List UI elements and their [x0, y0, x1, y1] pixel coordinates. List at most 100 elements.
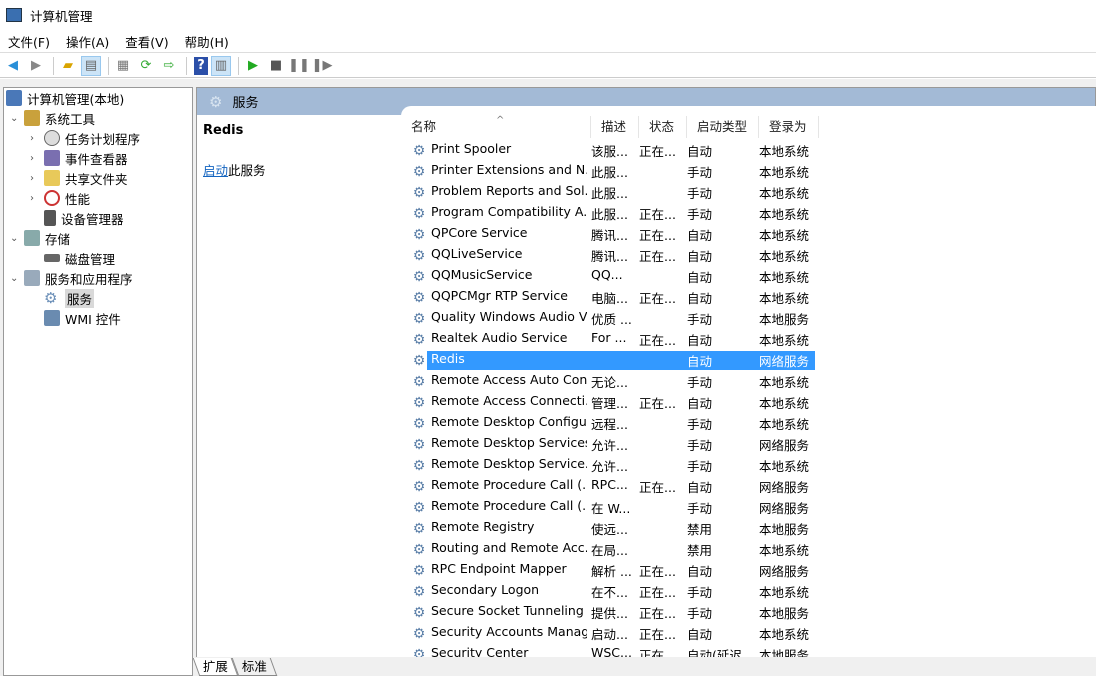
tree-label: 计算机管理(本地)	[27, 91, 125, 107]
gear-icon: ⚙	[412, 520, 426, 537]
tab-standard[interactable]: 标准	[231, 658, 278, 676]
cell: 本地服务	[759, 312, 810, 327]
service-row[interactable]: ⚙ Remote Desktop Configu... 远程... 手动 本地系统	[411, 413, 815, 434]
service-row[interactable]: ⚙ Remote Desktop Service... 允许... 手动 本地系统	[411, 455, 815, 476]
tree-system-tools[interactable]: ⌄ 系统工具	[10, 108, 95, 128]
properties-icon[interactable]: ▦	[113, 56, 133, 76]
tree-root[interactable]: 计算机管理(本地)	[6, 88, 124, 108]
cell: 本地系统	[759, 333, 810, 348]
menu-action[interactable]: 操作(A)	[58, 32, 117, 51]
cell: 正在...	[639, 333, 676, 348]
cell: 远程...	[591, 417, 628, 432]
start-icon[interactable]: ▶	[243, 56, 263, 76]
cell: 本地系统	[759, 228, 810, 243]
service-row[interactable]: ⚙ QQPCMgr RTP Service 电脑... 正在... 自动 本地系统	[411, 287, 815, 308]
tree-label: 磁盘管理	[65, 251, 116, 267]
pause-icon[interactable]: ❚❚	[288, 56, 310, 76]
cell: Remote Registry	[431, 519, 535, 534]
cell: 本地服务	[759, 606, 810, 621]
chevron-down-icon[interactable]: ⌄	[10, 273, 24, 284]
tree-wmi-control[interactable]: WMI 控件	[44, 308, 121, 328]
service-row[interactable]: ⚙ Remote Registry 使远... 禁用 本地服务	[411, 518, 815, 539]
service-row[interactable]: ⚙ QPCore Service 腾讯... 正在... 自动 本地系统	[411, 224, 815, 245]
refresh-icon[interactable]: ⟳	[136, 56, 156, 76]
tree-label: 服务和应用程序	[45, 271, 133, 287]
tree-event-viewer[interactable]: › 事件查看器	[30, 148, 128, 168]
cell: 自动	[687, 291, 713, 306]
cell: QPCore Service	[431, 225, 528, 240]
gear-icon: ⚙	[209, 92, 223, 111]
export-icon[interactable]: ⇨	[159, 56, 179, 76]
service-row[interactable]: ⚙ Quality Windows Audio V... 优质 ... 手动 本地服务	[411, 308, 815, 329]
tab-extended[interactable]: 扩展	[192, 658, 239, 676]
start-service-link[interactable]: 启动	[203, 163, 228, 178]
tree-device-manager[interactable]: 设备管理器	[44, 208, 124, 228]
tree-services-apps[interactable]: ⌄ 服务和应用程序	[10, 268, 133, 288]
service-row[interactable]: ⚙ Remote Access Connecti... 管理... 正在... 自动 本地…	[411, 392, 815, 413]
service-row[interactable]: ⚙ Remote Procedure Call (... 在 W... 手动 网络服务	[411, 497, 815, 518]
service-row[interactable]: ⚙ Program Compatibility A... 此服... 正在... 手动 本…	[411, 203, 815, 224]
menu-help[interactable]: 帮助(H)	[177, 32, 237, 51]
cell: 腾讯...	[591, 228, 628, 243]
resume-icon[interactable]: ❚▶	[312, 56, 333, 76]
service-row[interactable]: ⚙ Security Center WSC... 正在... 自动(延迟... 本地服务	[411, 644, 815, 657]
tree-disk-management[interactable]: 磁盘管理	[44, 248, 115, 268]
cell: 此服...	[591, 186, 628, 201]
cell: 本地系统	[759, 165, 810, 180]
service-row[interactable]: ⚙ Security Accounts Manag... 启动... 正在... 自动 本…	[411, 623, 815, 644]
service-row[interactable]: ⚙ Printer Extensions and N... 此服... 手动 本地系统	[411, 161, 815, 182]
services-pane: ⚙ 服务 Redis 启动此服务 名称 ^ 描述 状态 启动类型 登录为 ⚙ Prin…	[196, 87, 1096, 657]
chevron-down-icon[interactable]: ⌄	[10, 233, 24, 244]
chevron-right-icon[interactable]: ›	[30, 173, 44, 184]
menu-view[interactable]: 查看(V)	[117, 32, 176, 51]
stop-icon[interactable]: ■	[266, 56, 286, 76]
column-log-on-as[interactable]: 登录为	[759, 116, 819, 138]
service-row[interactable]: ⚙ Print Spooler 该服... 正在... 自动 本地系统	[411, 140, 815, 161]
up-folder-icon[interactable]: ▰	[58, 56, 78, 76]
chevron-down-icon[interactable]: ⌄	[10, 113, 24, 124]
column-description[interactable]: 描述	[591, 116, 639, 138]
service-row[interactable]: ⚙ Remote Access Auto Con... 无论... 手动 本地系统	[411, 371, 815, 392]
cell: 手动	[687, 186, 713, 201]
chevron-right-icon[interactable]: ›	[30, 133, 44, 144]
cell: 无论...	[591, 375, 628, 390]
action-pane-icon[interactable]: ▥	[211, 55, 231, 76]
cell: 本地服务	[759, 648, 810, 657]
back-icon[interactable]: ◀	[3, 56, 23, 76]
service-row[interactable]: ⚙ Routing and Remote Acc... 在局... 禁用 本地系统	[411, 539, 815, 560]
cell: 手动	[687, 165, 713, 180]
service-row[interactable]: ⚙ QQLiveService 腾讯... 正在... 自动 本地系统	[411, 245, 815, 266]
cell: 手动	[687, 375, 713, 390]
tree-storage[interactable]: ⌄ 存储	[10, 228, 70, 248]
service-row[interactable]: ⚙ RPC Endpoint Mapper 解析 ... 正在... 自动 网络服务	[411, 560, 815, 581]
service-row[interactable]: ⚙ Secondary Logon 在不... 正在... 手动 本地系统	[411, 581, 815, 602]
cell: 手动	[687, 207, 713, 222]
chevron-right-icon[interactable]: ›	[30, 193, 44, 204]
show-hide-tree-icon[interactable]: ▤	[81, 55, 101, 76]
help-icon[interactable]: ?	[194, 56, 208, 75]
tree-shared-folders[interactable]: › 共享文件夹	[30, 168, 128, 188]
column-status[interactable]: 状态	[639, 116, 687, 138]
cell: 正在...	[639, 585, 676, 600]
tree-performance[interactable]: › 性能	[30, 188, 90, 208]
service-row[interactable]: ⚙ Realtek Audio Service For ... 正在... 自动 本地系统	[411, 329, 815, 350]
column-startup-type[interactable]: 启动类型	[687, 116, 759, 138]
service-row[interactable]: ⚙ Secure Socket Tunneling ... 提供... 正在... 手动…	[411, 602, 815, 623]
service-row[interactable]: ⚙ Redis 自动 网络服务	[411, 350, 815, 371]
cell: 本地系统	[759, 585, 810, 600]
service-row[interactable]: ⚙ Remote Procedure Call (... RPC... 正在... 自动…	[411, 476, 815, 497]
forward-icon[interactable]: ▶	[26, 56, 46, 76]
cell: WSC...	[591, 645, 632, 657]
cell	[635, 183, 683, 202]
gear-icon: ⚙	[412, 331, 426, 348]
menu-file[interactable]: 文件(F)	[0, 32, 58, 51]
service-row[interactable]: ⚙ QQMusicService QQ... 自动 本地系统	[411, 266, 815, 287]
column-name[interactable]: 名称 ^	[401, 115, 591, 138]
service-row[interactable]: ⚙ Problem Reports and Sol... 此服... 手动 本地系统	[411, 182, 815, 203]
cell: Remote Desktop Configu...	[431, 414, 587, 429]
tree-services[interactable]: ⚙ 服务	[44, 288, 95, 308]
service-row[interactable]: ⚙ Remote Desktop Services 允许... 手动 网络服务	[411, 434, 815, 455]
tree-task-scheduler[interactable]: › 任务计划程序	[30, 128, 140, 148]
chevron-right-icon[interactable]: ›	[30, 153, 44, 164]
cell: 此服...	[591, 165, 628, 180]
